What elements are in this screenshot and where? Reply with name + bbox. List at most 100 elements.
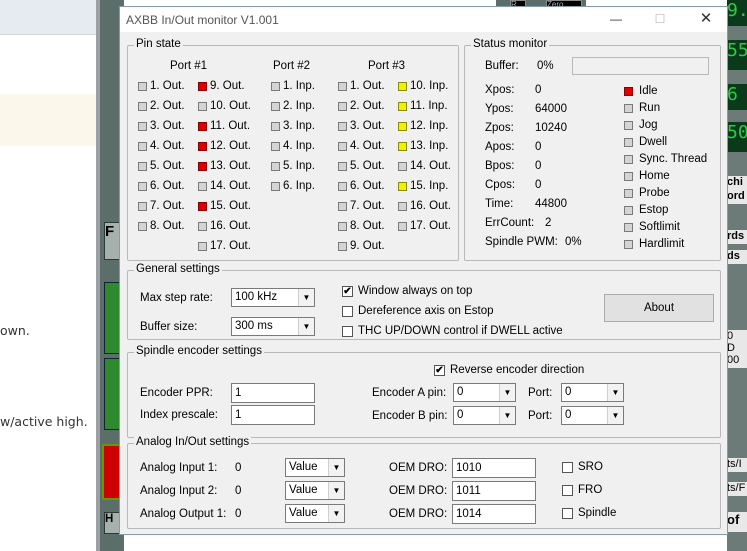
pin-label: 10. Inp. — [410, 80, 449, 92]
background-dro: 9.5 — [727, 0, 747, 26]
pin-state-group: Pin state Port #1 1. Out. 2. Out. 3. Out. 4.… — [127, 38, 459, 261]
pin-label: 5. Inp. — [283, 160, 315, 172]
pin-indicator: 6. Out. — [138, 180, 185, 192]
status-value: 0 — [535, 141, 542, 153]
background-label: rds — [727, 230, 747, 244]
pin-led-icon — [198, 101, 207, 111]
index-prescale-input[interactable]: 1 — [231, 405, 315, 425]
pin-indicator: 9. Out. — [338, 240, 385, 252]
pin-indicator: 16. Out. — [398, 200, 451, 212]
pin-indicator: 11. Inp. — [398, 100, 448, 112]
pin-label: 12. Inp. — [410, 120, 449, 132]
pin-led-icon — [138, 181, 147, 191]
encoder-a-port-select[interactable]: 0 ▼ — [561, 383, 624, 402]
chevron-down-icon[interactable]: ▼ — [607, 384, 623, 401]
max-step-rate-select[interactable]: 100 kHz ▼ — [231, 288, 315, 307]
buffer-size-select[interactable]: 300 ms ▼ — [231, 317, 315, 336]
thc-label: THC UP/DOWN control if DWELL active — [358, 325, 563, 337]
analog-checkbox[interactable]: FRO — [562, 484, 602, 496]
reverse-encoder-checkbox[interactable]: ✔ Reverse encoder direction — [434, 364, 584, 376]
analog-mode-select[interactable]: Value ▼ — [285, 458, 345, 477]
pin-label: 6. Out. — [150, 180, 185, 192]
encoder-b-port-select[interactable]: 0 ▼ — [561, 406, 624, 425]
pin-indicator: 14. Out. — [198, 180, 251, 192]
pin-indicator: 4. Inp. — [271, 140, 315, 152]
checkbox-box[interactable] — [562, 507, 573, 519]
analog-label: Analog Input 2: — [140, 485, 218, 497]
checkbox-box[interactable] — [562, 484, 573, 496]
buffer-value: 0% — [537, 60, 554, 72]
analog-mode-select[interactable]: Value ▼ — [285, 504, 345, 523]
encoder-b-pin-select[interactable]: 0 ▼ — [453, 406, 516, 425]
checkbox-box[interactable] — [562, 461, 573, 473]
pin-indicator: 12. Inp. — [398, 120, 448, 132]
analog-checkbox-label: Spindle — [578, 507, 617, 519]
pin-indicator: 2. Out. — [138, 100, 185, 112]
pin-label: 4. Out. — [150, 140, 185, 152]
pin-led-icon — [271, 161, 280, 171]
encoder-ppr-input[interactable]: 1 — [231, 383, 315, 403]
pin-indicator: 12. Out. — [198, 140, 251, 152]
chevron-down-icon[interactable]: ▼ — [298, 318, 314, 335]
background-label: ord — [727, 190, 747, 204]
minimize-button[interactable]: — — [602, 10, 630, 28]
checkbox-box[interactable] — [342, 305, 353, 317]
close-button[interactable]: ✕ — [692, 10, 720, 28]
thc-checkbox[interactable]: THC UP/DOWN control if DWELL active — [342, 325, 563, 337]
status-led-icon — [624, 222, 633, 232]
analog-mode-select[interactable]: Value ▼ — [285, 481, 345, 500]
port-header: Port #1 — [170, 60, 208, 72]
analog-checkbox[interactable]: SRO — [562, 461, 603, 473]
background-dro: 6 — [727, 84, 747, 110]
pin-indicator: 11. Out. — [198, 120, 250, 132]
window-title: AXBB In/Out monitor V1.001 — [126, 13, 279, 27]
about-button[interactable]: About — [604, 294, 714, 322]
analog-value: 0 — [235, 462, 242, 474]
pin-led-icon — [198, 141, 207, 151]
pin-label: 16. Out. — [210, 220, 251, 232]
oem-dro-label: OEM DRO: — [389, 462, 448, 474]
pin-indicator: 6. Inp. — [271, 180, 315, 192]
chevron-down-icon[interactable]: ▼ — [298, 289, 314, 306]
checkbox-box[interactable]: ✔ — [342, 285, 353, 297]
pin-label: 16. Out. — [410, 200, 451, 212]
checkbox-box[interactable]: ✔ — [434, 364, 445, 376]
pin-indicator: 1. Inp. — [271, 80, 315, 92]
pin-indicator: 10. Inp. — [398, 80, 448, 92]
background-highlight-band — [0, 94, 96, 146]
analog-value: 0 — [235, 508, 242, 520]
dereference-checkbox[interactable]: Dereference axis on Estop — [342, 305, 494, 317]
pin-label: 8. Out. — [150, 220, 185, 232]
chevron-down-icon[interactable]: ▼ — [499, 384, 515, 401]
pin-label: 15. Out. — [210, 200, 251, 212]
oem-dro-input[interactable]: 1010 — [452, 458, 536, 478]
always-on-top-checkbox[interactable]: ✔ Window always on top — [342, 285, 472, 297]
chevron-down-icon[interactable]: ▼ — [499, 407, 515, 424]
pin-indicator: 2. Inp. — [271, 100, 315, 112]
maximize-button[interactable]: ☐ — [646, 10, 674, 28]
chevron-down-icon[interactable]: ▼ — [328, 459, 344, 476]
status-label: Probe — [639, 187, 670, 199]
checkbox-box[interactable] — [342, 325, 353, 337]
encoder-a-pin-select[interactable]: 0 ▼ — [453, 383, 516, 402]
analog-checkbox[interactable]: Spindle — [562, 507, 616, 519]
status-led-icon — [624, 154, 633, 164]
buffer-label: Buffer: — [485, 60, 519, 72]
chevron-down-icon[interactable]: ▼ — [607, 407, 623, 424]
status-label: Home — [639, 170, 670, 182]
pin-led-icon — [271, 121, 280, 131]
pin-label: 13. Out. — [210, 160, 251, 172]
status-indicator: Probe — [624, 187, 670, 199]
status-value: 0 — [535, 179, 542, 191]
title-bar[interactable]: AXBB In/Out monitor V1.001 — ☐ ✕ — [120, 7, 727, 32]
oem-dro-input[interactable]: 1011 — [452, 481, 536, 501]
pin-label: 6. Inp. — [283, 180, 315, 192]
pin-label: 10. Out. — [210, 100, 251, 112]
oem-dro-input[interactable]: 1014 — [452, 504, 536, 524]
status-monitor-group: Status monitor Buffer: 0% Xpos: 0 Ypos: 640… — [464, 38, 721, 261]
pin-indicator: 16. Out. — [198, 220, 251, 232]
chevron-down-icon[interactable]: ▼ — [328, 482, 344, 499]
pin-led-icon — [271, 181, 280, 191]
chevron-down-icon[interactable]: ▼ — [328, 505, 344, 522]
pin-led-icon — [198, 241, 207, 251]
